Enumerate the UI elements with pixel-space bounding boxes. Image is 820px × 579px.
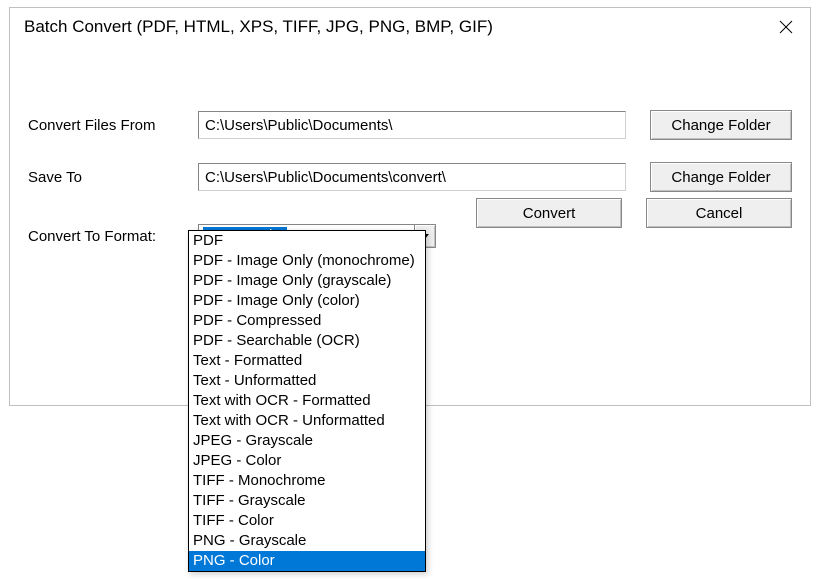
format-option[interactable]: TIFF - Color <box>189 511 425 531</box>
format-option[interactable]: Text with OCR - Unformatted <box>189 411 425 431</box>
dialog-content: Convert Files From Change Folder Save To… <box>10 46 810 248</box>
format-option[interactable]: PDF - Image Only (monochrome) <box>189 251 425 271</box>
format-dropdown-list[interactable]: PDFPDF - Image Only (monochrome)PDF - Im… <box>188 230 426 572</box>
titlebar: Batch Convert (PDF, HTML, XPS, TIFF, JPG… <box>10 8 810 46</box>
save-to-input[interactable] <box>198 163 626 191</box>
format-option[interactable]: Text - Formatted <box>189 351 425 371</box>
format-option[interactable]: PDF <box>189 231 425 251</box>
format-option[interactable]: PDF - Compressed <box>189 311 425 331</box>
format-option[interactable]: Text - Unformatted <box>189 371 425 391</box>
format-option[interactable]: PNG - Grayscale <box>189 531 425 551</box>
format-option[interactable]: PNG - Color <box>189 551 425 571</box>
format-option[interactable]: JPEG - Color <box>189 451 425 471</box>
convert-from-label: Convert Files From <box>28 117 198 134</box>
convert-from-row: Convert Files From Change Folder <box>28 110 792 140</box>
close-button[interactable] <box>776 17 796 37</box>
dialog-title: Batch Convert (PDF, HTML, XPS, TIFF, JPG… <box>24 17 493 37</box>
save-to-row: Save To Change Folder <box>28 162 792 192</box>
format-option[interactable]: TIFF - Grayscale <box>189 491 425 511</box>
change-folder-to-button[interactable]: Change Folder <box>650 162 792 192</box>
bottom-button-group: Convert Cancel <box>476 198 792 228</box>
format-label: Convert To Format: <box>28 228 198 245</box>
cancel-button[interactable]: Cancel <box>646 198 792 228</box>
format-option[interactable]: PDF - Image Only (color) <box>189 291 425 311</box>
format-option[interactable]: TIFF - Monochrome <box>189 471 425 491</box>
convert-from-input[interactable] <box>198 111 626 139</box>
format-option[interactable]: PDF - Image Only (grayscale) <box>189 271 425 291</box>
change-folder-from-button[interactable]: Change Folder <box>650 110 792 140</box>
format-option[interactable]: PDF - Searchable (OCR) <box>189 331 425 351</box>
convert-button[interactable]: Convert <box>476 198 622 228</box>
format-option[interactable]: JPEG - Grayscale <box>189 431 425 451</box>
format-option[interactable]: Text with OCR - Formatted <box>189 391 425 411</box>
save-to-label: Save To <box>28 169 198 186</box>
close-icon <box>779 20 793 34</box>
